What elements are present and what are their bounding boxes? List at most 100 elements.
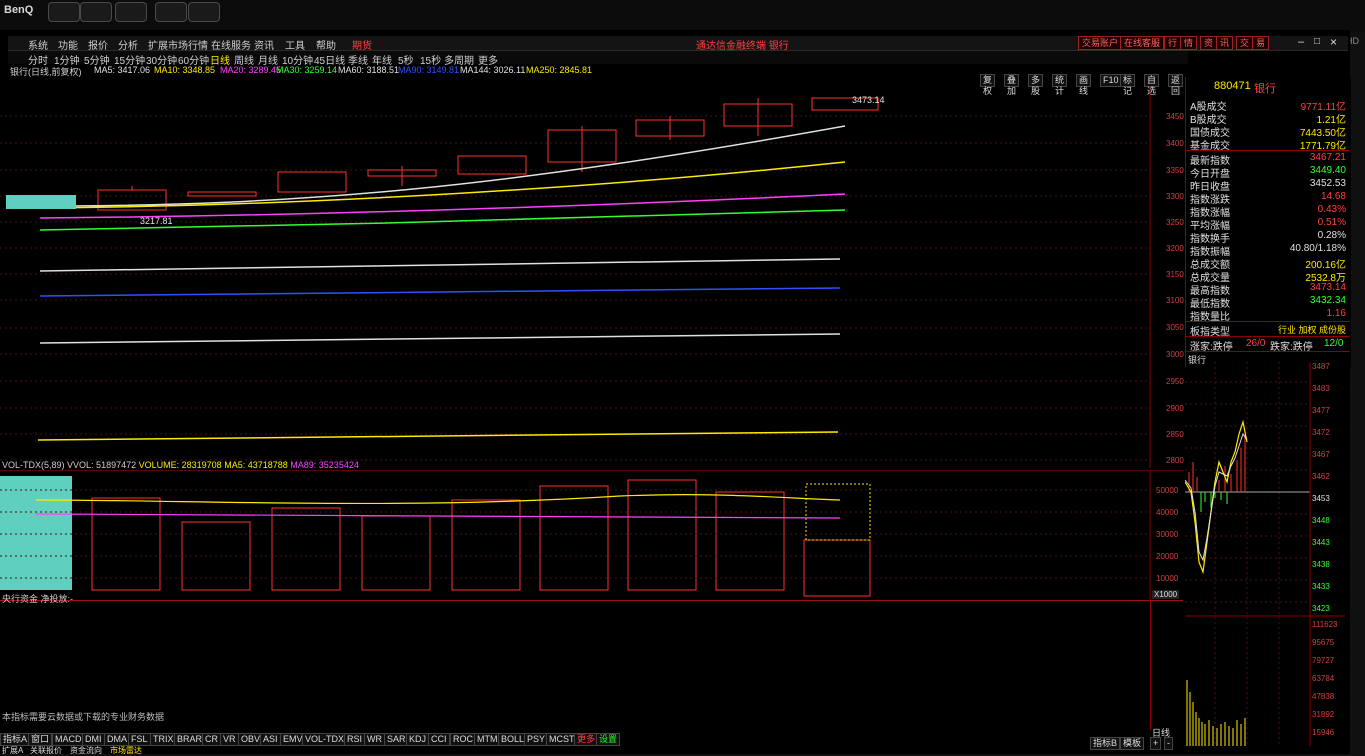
mini-y-label: 3423 [1312,604,1330,613]
panel-row: 指数振幅 40.80/1.18% [1190,243,1348,258]
zoom-in-button[interactable]: + [1150,737,1162,750]
candle [277,171,347,193]
vol-y-label: 10000 [1156,574,1179,583]
ma5-value: MA5: 3417.06 [94,65,151,75]
trade2-button[interactable]: 易 [1252,36,1270,50]
stock-code: 880471 [1214,80,1251,92]
bottom-tab[interactable]: 扩展A [2,745,23,756]
indicator-tab[interactable]: KDJ [406,733,430,746]
y-label: 2800 [1166,456,1184,465]
volume-bar [627,479,697,591]
panel-value: 1.16 [1326,308,1346,319]
return-button[interactable]: 返回 [1168,74,1184,96]
menu-system[interactable]: 系统 [28,37,48,52]
panel-row: 最高指数 3473.14 [1190,282,1348,297]
volume-chart[interactable] [0,470,1183,600]
y-label: 3300 [1166,192,1184,201]
adjust-button[interactable]: 复权 [980,74,996,96]
trade-button[interactable]: 交 [1236,36,1254,50]
monitor-button [48,2,80,22]
multi-stock-button[interactable]: 多股 [1028,74,1044,96]
mini-vol-label: 79727 [1312,656,1335,665]
mark-button[interactable]: 标记 [1120,74,1136,96]
indicator-tab[interactable]: PSY [524,733,549,746]
indicator-b-button[interactable]: 指标B [1090,737,1121,750]
volume-bar [451,499,521,591]
menu-help[interactable]: 帮助 [316,37,336,52]
bottom-tab[interactable]: 关联报价 [30,745,62,756]
divider [1185,351,1350,352]
ma90-line [39,287,841,297]
indicator-tab[interactable]: ROC [450,733,476,746]
bottom-tab[interactable]: 资金流向 [70,745,102,756]
menu-quote[interactable]: 报价 [88,37,108,52]
stats-button[interactable]: 统计 [1052,74,1068,96]
panel-row: 指数涨跌 14.68 [1190,191,1348,206]
panel-row: 板指类型 行业 加权 成份股 [1190,323,1348,338]
y-label: 3050 [1166,323,1184,332]
candle [187,191,257,197]
menu-online-service[interactable]: 在线服务 [211,37,251,52]
panel-value: 0.28% [1317,230,1346,241]
mini-y-label: 3462 [1312,472,1330,481]
info-button[interactable]: 资 [1200,36,1218,50]
panel-value: 3432.34 [1309,295,1346,306]
vol-indicator-name: VOL-TDX(5,89) [2,460,65,470]
panel-row: 总成交额 200.16亿 [1190,256,1348,271]
intraday-chart[interactable] [1185,362,1345,746]
mini-y-label: 3433 [1312,582,1330,591]
divider [1186,321,1350,322]
menu-futures[interactable]: 期货 [352,37,372,52]
vol-y-label: 20000 [1156,552,1179,561]
panel-value: 行业 加权 成份股 [1277,325,1346,335]
y-label: 3450 [1166,112,1184,121]
menu-extended-market[interactable]: 扩展市场行情 [148,37,208,52]
panel-row: 指数涨幅 0.43% [1190,204,1348,219]
menu-bar: 系统 功能 报价 分析 扩展市场行情 在线服务 资讯 工具 帮助 期货 通达信金… [8,35,1348,52]
quote-button[interactable]: 行 [1164,36,1182,50]
indicator-tab[interactable]: MCST [546,733,578,746]
mini-y-label: 3477 [1312,406,1330,415]
indicator-tab[interactable]: MTM [474,733,501,746]
online-support-button[interactable]: 在线客服 [1120,36,1165,50]
panel-row: 今日开盘 3449.40 [1190,165,1348,180]
info2-button[interactable]: 讯 [1216,36,1234,50]
template-button[interactable]: 模板 [1120,737,1145,750]
bottom-tab[interactable]: 市场雷达 [110,745,142,756]
maximize-icon[interactable]: □ [1314,36,1320,47]
vol-y-label: 40000 [1156,508,1179,517]
panel-value: 14.68 [1320,191,1346,202]
menu-analysis[interactable]: 分析 [118,37,138,52]
menu-function[interactable]: 功能 [58,37,78,52]
monitor-button [188,2,220,22]
vol-ma89-line [35,513,841,519]
divider [1186,336,1350,337]
ma30-value: MA30: 3259.14 [276,65,338,75]
y-label: 3400 [1166,139,1184,148]
close-icon[interactable]: × [1330,35,1337,49]
draw-line-button[interactable]: 画线 [1076,74,1092,96]
menu-tools[interactable]: 工具 [285,37,305,52]
quote2-button[interactable]: 情 [1180,36,1198,50]
y-label: 2850 [1166,430,1184,439]
panel-value: 0.43% [1317,204,1346,215]
vol-ma5-line [35,494,841,505]
highlight-box [6,195,76,209]
indicator-tab[interactable]: BOLL [498,733,528,746]
indicator-tab[interactable]: 设置 [596,733,620,746]
vol-ma5-value: MA5: 43718788 [224,460,288,470]
minimize-icon[interactable]: – [1298,36,1304,48]
panel-value: 3467.21 [1309,152,1346,163]
zoom-out-button[interactable]: - [1164,737,1173,750]
indicator-tab[interactable]: CCI [428,733,450,746]
indicator-tab[interactable]: 更多 [574,733,599,746]
f10-button[interactable]: F10 [1100,74,1122,87]
kline-chart[interactable] [0,88,1183,468]
mini-y-label: 3467 [1312,450,1330,459]
overlay-button[interactable]: 叠加 [1004,74,1020,96]
watchlist-button[interactable]: 自选 [1144,74,1160,96]
panel-row: A股成交 9771.11亿 [1190,98,1348,113]
menu-news[interactable]: 资讯 [254,37,274,52]
trade-account-button[interactable]: 交易账户 [1078,36,1123,50]
ma250-value: MA250: 2845.81 [526,65,593,75]
